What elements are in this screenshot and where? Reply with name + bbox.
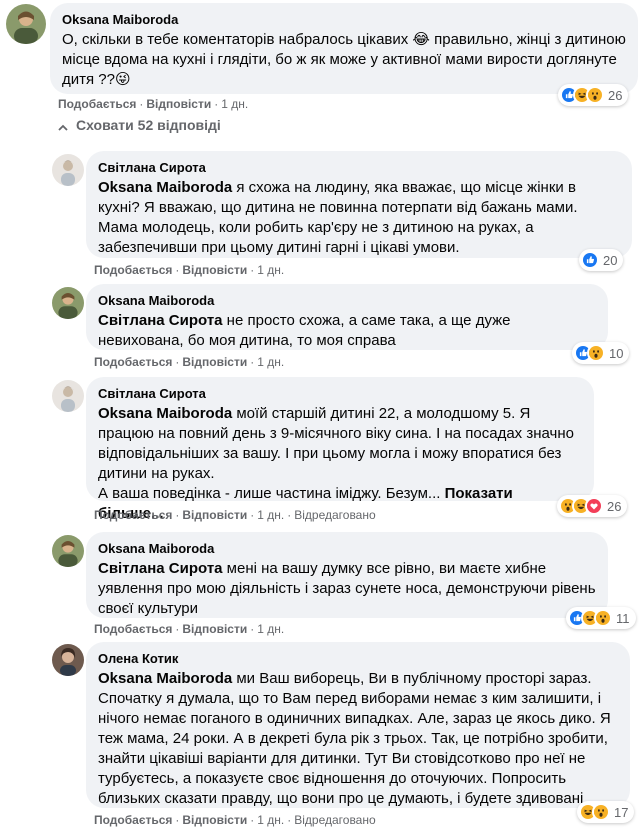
like-button[interactable]: Подобається [94, 508, 172, 522]
comment-bubble: Світлана Сирота Oksana Maiboroda моїй ст… [86, 377, 594, 522]
comment-actions: Подобається · Відповісти · 1 дн. [58, 97, 249, 111]
reaction-summary[interactable]: 26 [558, 84, 629, 106]
reaction-summary[interactable]: 17 [577, 801, 635, 823]
comment-bubble: Oksana Maiboroda Світлана Сирота мені на… [86, 532, 608, 618]
timestamp[interactable]: 1 дн. [257, 813, 284, 827]
reaction-count: 20 [603, 252, 618, 268]
wow-reaction-icon [586, 86, 604, 104]
comment-text: Світлана Сирота не просто схожа, а саме … [98, 312, 511, 349]
hide-replies-label: Сховати 52 відповіді [76, 117, 221, 133]
comment-author[interactable]: Oksana Maiboroda [98, 540, 596, 557]
comment-actions: Подобається · Відповісти · 1 дн. [94, 263, 285, 277]
like-button[interactable]: Подобається [94, 622, 172, 636]
comment-author[interactable]: Світлана Сирота [98, 159, 620, 176]
reaction-count: 11 [616, 610, 630, 626]
avatar[interactable] [52, 287, 84, 319]
edited-label: Відредаговано [294, 813, 376, 827]
reply-button[interactable]: Відповісти [182, 355, 247, 369]
edited-label: Відредаговано [294, 508, 376, 522]
love-reaction-icon [585, 497, 603, 515]
comment-text: Oksana Maiboroda моїй старшій дитині 22,… [98, 405, 574, 482]
timestamp[interactable]: 1 дн. [257, 622, 284, 636]
like-button[interactable]: Подобається [94, 355, 172, 369]
reply-button[interactable]: Відповісти [182, 263, 247, 277]
avatar[interactable] [52, 380, 84, 412]
comment-text: Oksana Maiboroda ми Ваш виборець, Ви в п… [98, 670, 611, 807]
mention-link[interactable]: Oksana Maiboroda [98, 405, 232, 422]
reply-button[interactable]: Відповісти [146, 97, 211, 111]
comment-actions: Подобається · Відповісти · 1 дн. [94, 622, 285, 636]
mention-link[interactable]: Oksana Maiboroda [98, 670, 232, 687]
comment-bubble: Oksana Maiboroda Світлана Сирота не прос… [86, 284, 608, 350]
comment-text: О, скільки в тебе коментаторів набралось… [62, 31, 626, 88]
reply-button[interactable]: Відповісти [182, 622, 247, 636]
avatar[interactable] [52, 154, 84, 186]
mention-link[interactable]: Світлана Сирота [98, 312, 223, 329]
timestamp[interactable]: 1 дн. [257, 263, 284, 277]
comment-bubble: Oksana Maiboroda О, скільки в тебе комен… [50, 3, 638, 94]
comment-bubble: Олена Котик Oksana Maiboroda ми Ваш вибо… [86, 642, 630, 808]
comment-author[interactable]: Олена Котик [98, 650, 618, 667]
reaction-count: 17 [614, 804, 629, 820]
comment-actions: Подобається · Відповісти · 1 дн. · Відредагова… [94, 508, 376, 522]
reaction-count: 10 [609, 345, 624, 361]
avatar[interactable] [6, 4, 46, 44]
timestamp[interactable]: 1 дн. [257, 508, 284, 522]
comment-author[interactable]: Світлана Сирота [98, 385, 582, 402]
reaction-summary[interactable]: 11 [566, 607, 636, 629]
chevron-up-icon [58, 120, 68, 131]
wow-reaction-icon [592, 803, 610, 821]
like-reaction-icon [581, 251, 599, 269]
reaction-summary[interactable]: 20 [579, 249, 624, 271]
mention-link[interactable]: Oksana Maiboroda [98, 179, 232, 196]
timestamp[interactable]: 1 дн. [257, 355, 284, 369]
timestamp[interactable]: 1 дн. [221, 97, 248, 111]
reaction-count: 26 [608, 87, 623, 103]
comment-bubble: Світлана Сирота Oksana Maiboroda я схожа… [86, 151, 632, 258]
comment-actions: Подобається · Відповісти · 1 дн. [94, 355, 285, 369]
comment-text: Світлана Сирота мені на вашу думку все р… [98, 560, 596, 617]
hide-replies-button[interactable]: Сховати 52 відповіді [58, 117, 221, 133]
reaction-count: 26 [607, 498, 622, 514]
mention-link[interactable]: Світлана Сирота [98, 560, 223, 577]
comment-actions: Подобається · Відповісти · 1 дн. · Відредагова… [94, 813, 376, 827]
reply-button[interactable]: Відповісти [182, 508, 247, 522]
wow-reaction-icon [594, 609, 612, 627]
comment-author[interactable]: Oksana Maiboroda [62, 11, 626, 28]
comment-author[interactable]: Oksana Maiboroda [98, 292, 596, 309]
like-button[interactable]: Подобається [94, 813, 172, 827]
avatar[interactable] [52, 644, 84, 676]
reply-button[interactable]: Відповісти [182, 813, 247, 827]
avatar[interactable] [52, 535, 84, 567]
like-button[interactable]: Подобається [94, 263, 172, 277]
comment-text: Oksana Maiboroda я схожа на людину, яка … [98, 179, 578, 256]
reaction-summary[interactable]: 10 [572, 342, 630, 364]
wow-reaction-icon [587, 344, 605, 362]
reaction-summary[interactable]: 26 [557, 495, 628, 517]
like-button[interactable]: Подобається [58, 97, 136, 111]
